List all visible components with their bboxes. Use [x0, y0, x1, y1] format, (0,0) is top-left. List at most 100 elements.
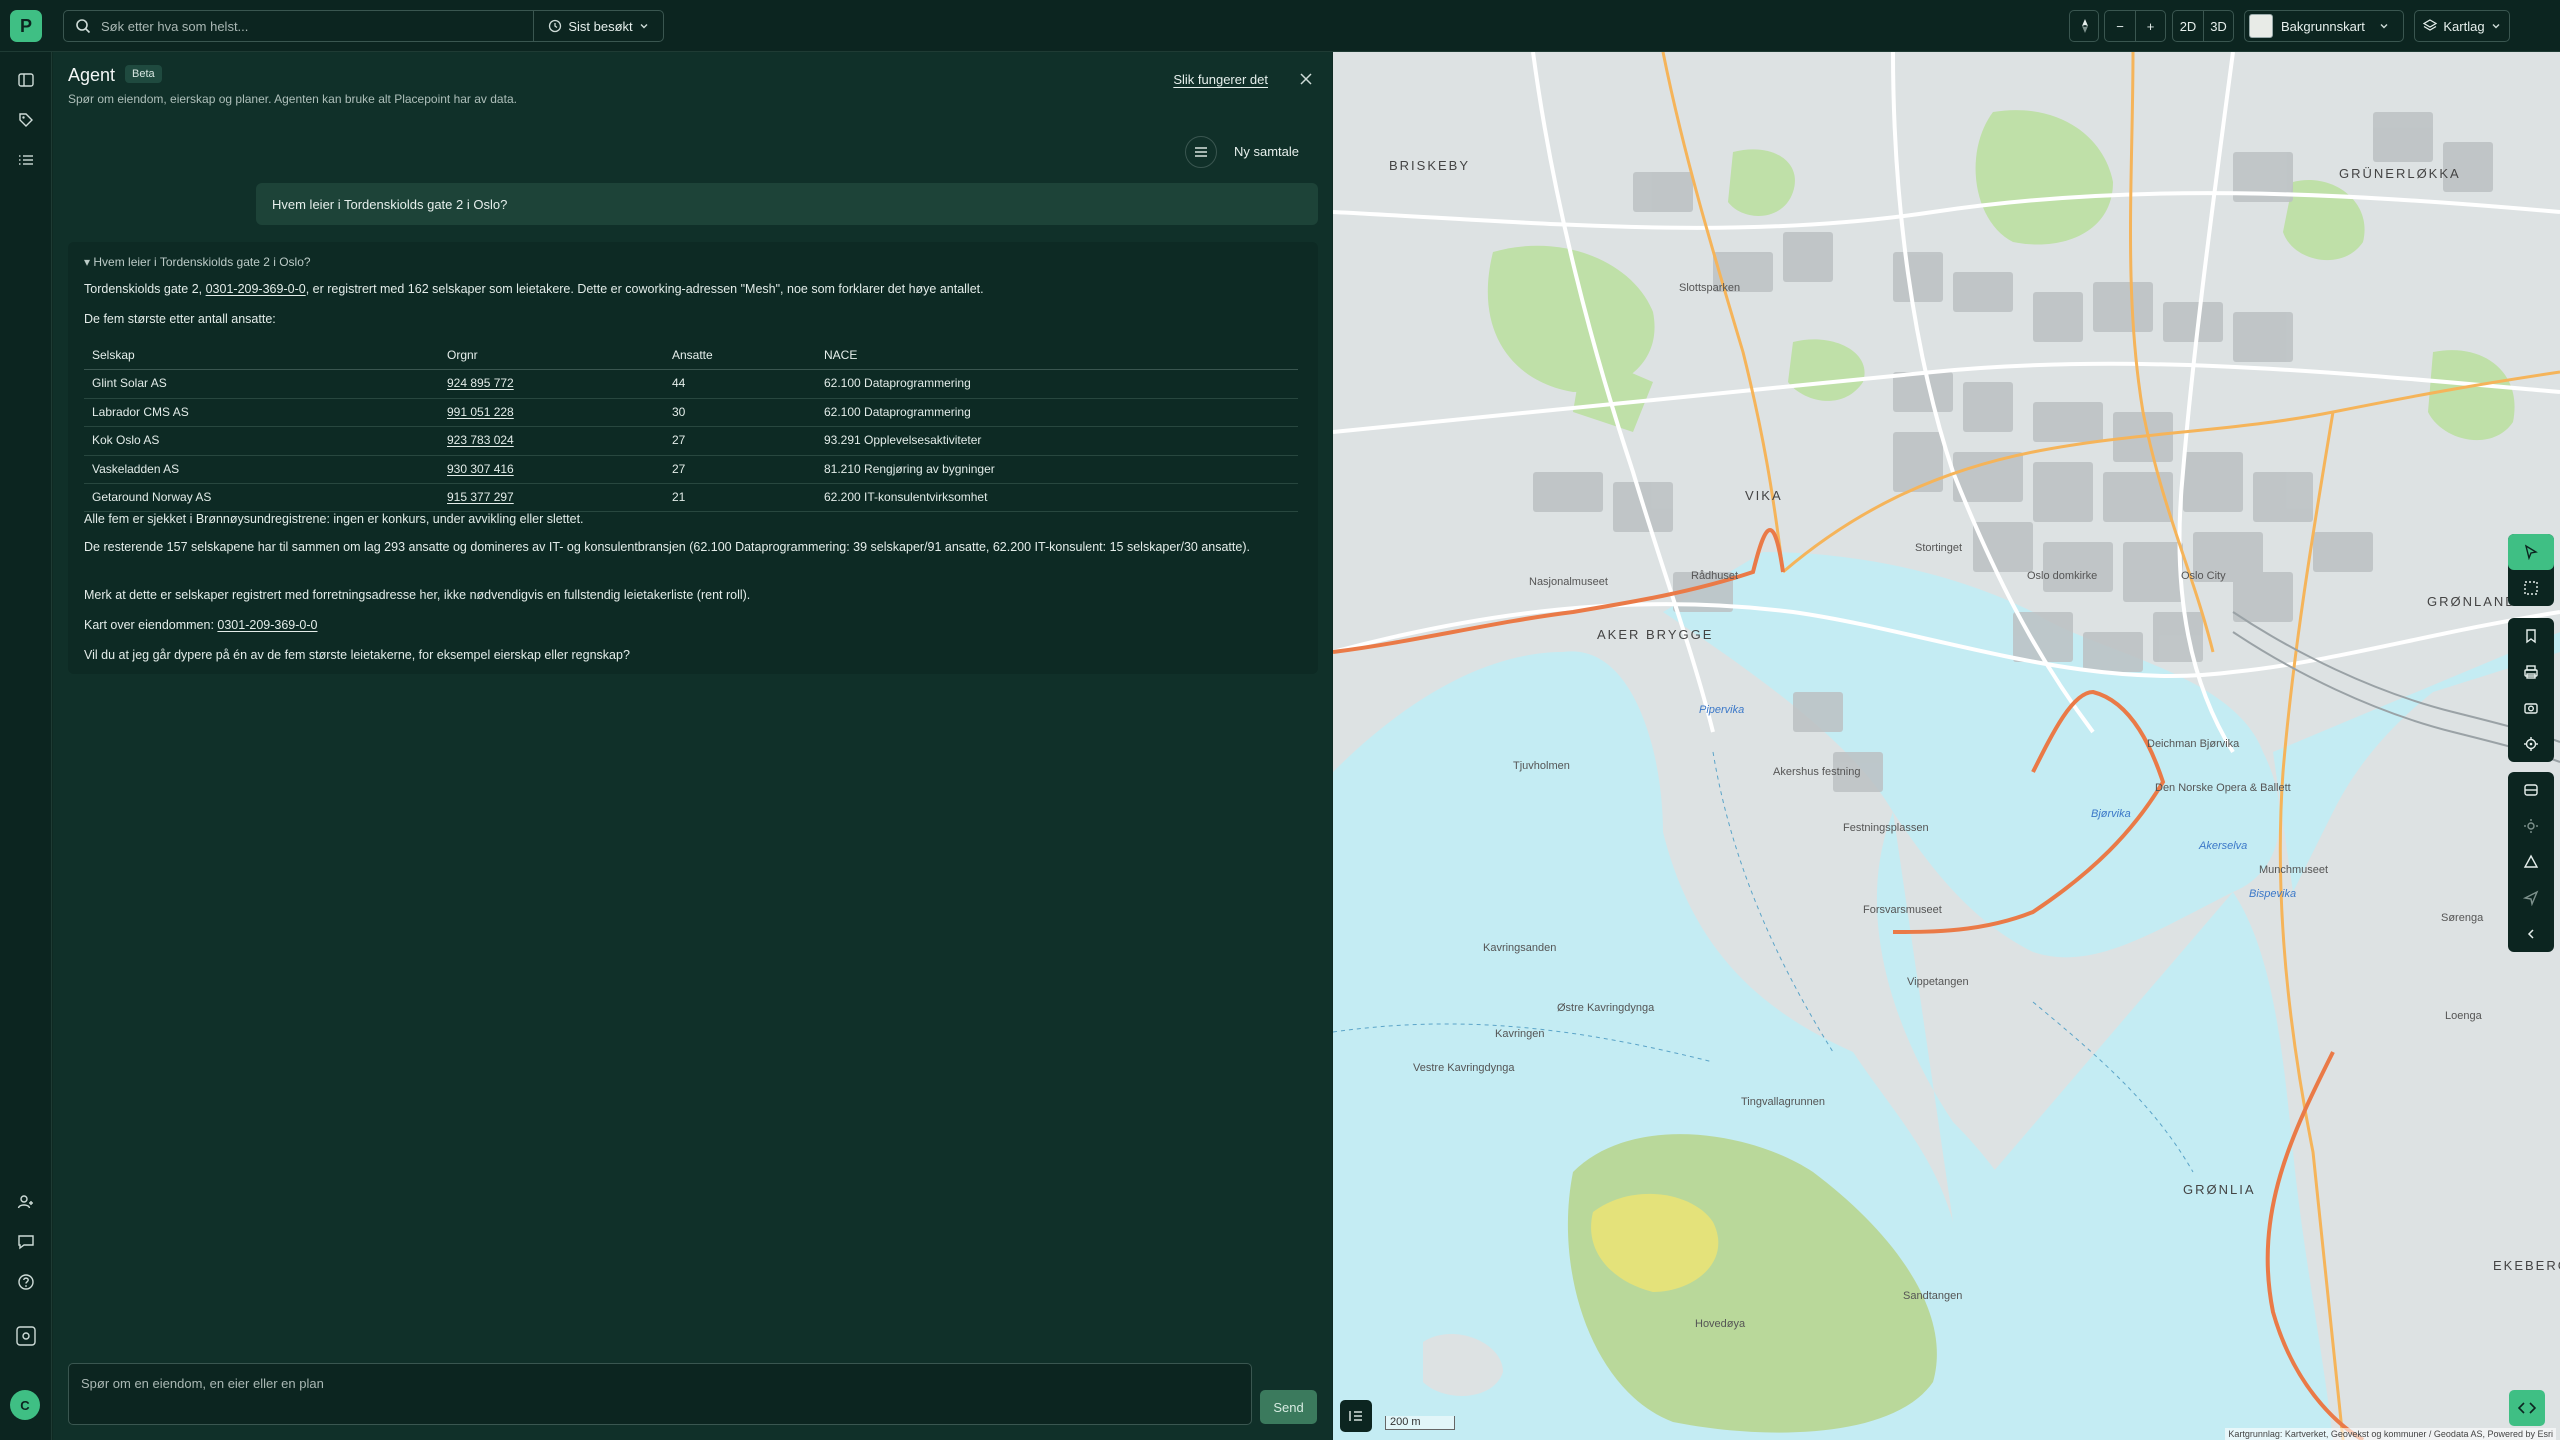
employees-cell: 27 — [664, 455, 816, 484]
triangle-ruler-icon — [2523, 854, 2539, 868]
bookmark-icon — [2526, 629, 2536, 644]
panel-subtitle: Spør om eiendom, eierskap og planer. Age… — [68, 92, 517, 106]
measure-tool[interactable] — [2508, 844, 2554, 880]
orgnr-link[interactable]: 991 051 228 — [439, 398, 664, 428]
map-label: Oslo City — [2181, 570, 2226, 582]
locate-tool[interactable] — [2508, 726, 2554, 762]
how-it-works-link[interactable]: Slik fungerer det — [1173, 72, 1268, 87]
map-tool-strip — [2508, 534, 2554, 606]
orgnr-link[interactable]: 930 307 416 — [439, 455, 664, 484]
employees-cell: 44 — [664, 369, 816, 399]
map-label: Den Norske Opera & Ballett — [2155, 782, 2291, 794]
map-label: Østre Kavringdynga — [1557, 1002, 1655, 1014]
zoom-out-button[interactable]: − — [2105, 11, 2135, 41]
select-tool[interactable] — [2508, 534, 2554, 570]
view-2d-button[interactable]: 2D — [2173, 11, 2203, 41]
user-message: Hvem leier i Tordenskiolds gate 2 i Oslo… — [256, 183, 1318, 225]
map-label: Bjørvika — [2091, 808, 2131, 820]
chevron-down-icon — [2492, 24, 2500, 29]
target-icon — [2524, 737, 2538, 751]
code-icon — [2518, 1402, 2536, 1414]
layers-tool[interactable] — [2508, 772, 2554, 808]
search-input[interactable] — [101, 18, 501, 34]
composer-input[interactable] — [69, 1364, 1251, 1424]
zoom-in-button[interactable]: + — [2135, 11, 2165, 41]
company-cell: Getaround Norway AS — [84, 483, 439, 513]
bookmark-tool[interactable] — [2508, 618, 2554, 654]
map-tool-strip-3 — [2508, 772, 2554, 952]
tag-icon[interactable] — [16, 110, 36, 130]
list-icon[interactable] — [16, 150, 36, 170]
app-logo[interactable]: P — [10, 10, 42, 42]
screenshot-tool[interactable] — [2508, 690, 2554, 726]
compass-button[interactable] — [2069, 10, 2099, 42]
user-plus-icon[interactable] — [16, 1192, 36, 1212]
map-icon[interactable] — [16, 70, 36, 90]
map-attribution: Kartgrunnlag: Kartverket, Geovekst og ko… — [2225, 1428, 2556, 1440]
column-header: Ansatte — [664, 342, 816, 371]
answer-rest: De resterende 157 selskapene har til sam… — [84, 540, 1250, 554]
map-label: Munchmuseet — [2259, 864, 2329, 876]
collapse-tools-button[interactable] — [2508, 916, 2554, 952]
orgnr-link[interactable]: 923 783 024 — [439, 426, 664, 456]
composer — [68, 1363, 1252, 1425]
layers-select[interactable]: Kartlag — [2414, 10, 2510, 42]
map-label: Akerselva — [2199, 840, 2248, 852]
zoom-controls: − + — [2104, 10, 2166, 42]
help-icon[interactable] — [16, 1272, 36, 1292]
map-label: GRÜNERLØKKA — [2339, 166, 2461, 181]
map-label: VIKA — [1745, 488, 1783, 503]
map-view[interactable]: BRISKEBY GRÜNERLØKKA AKER BRYGGE GRØNLAN… — [1333, 52, 2560, 1440]
agent-answer: ▾ Hvem leier i Tordenskiolds gate 2 i Os… — [68, 242, 1318, 674]
top5-heading: De fem største etter antall ansatte: — [84, 312, 276, 326]
close-icon[interactable] — [1296, 69, 1316, 89]
company-cell: Glint Solar AS — [84, 369, 439, 399]
settings-icon[interactable] — [16, 1326, 36, 1346]
map-label: Vestre Kavringdynga — [1413, 1062, 1515, 1074]
top-bar: P Sist besøkt − + 2D 3D Bakgrun — [0, 0, 2560, 52]
map-label: Pipervika — [1699, 704, 1745, 716]
avatar[interactable]: C — [10, 1390, 40, 1420]
orgnr-link[interactable]: 924 895 772 — [439, 369, 664, 399]
send-button[interactable]: Send — [1260, 1390, 1317, 1424]
chat-icon[interactable] — [16, 1232, 36, 1252]
new-conversation-button[interactable]: Ny samtale — [1234, 144, 1299, 159]
navigate-tool[interactable] — [2508, 880, 2554, 916]
camera-icon — [2524, 703, 2538, 714]
basemap-select[interactable]: Bakgrunnskart — [2244, 10, 2404, 42]
answer-collapse-toggle[interactable]: ▾ Hvem leier i Tordenskiolds gate 2 i Os… — [84, 254, 311, 271]
property-link[interactable]: 0301-209-369-0-0 — [206, 282, 306, 296]
legend-button[interactable] — [1340, 1400, 1372, 1432]
print-tool[interactable] — [2508, 654, 2554, 690]
map-label: Deichman Bjørvika — [2147, 738, 2240, 750]
map-label: Loenga — [2445, 1010, 2482, 1022]
map-label: Hovedøya — [1695, 1318, 1746, 1330]
agent-panel: Agent Beta Spør om eiendom, eierskap og … — [53, 52, 1332, 1440]
basemap-label: Bakgrunnskart — [2281, 18, 2365, 34]
cursor-icon — [2524, 544, 2538, 560]
orgnr-link[interactable]: 915 377 297 — [439, 483, 664, 513]
nace-cell: 62.100 Dataprogrammering — [816, 398, 1298, 428]
recent-visited-button[interactable]: Sist besøkt — [533, 11, 663, 41]
employees-cell: 21 — [664, 483, 816, 513]
global-search[interactable]: Sist besøkt — [63, 10, 664, 42]
employees-cell: 30 — [664, 398, 816, 428]
map-label: Stortinget — [1915, 542, 1963, 554]
view-3d-button[interactable]: 3D — [2203, 11, 2233, 41]
map-label: GRØNLIA — [2183, 1182, 2256, 1197]
column-header: Selskap — [84, 342, 439, 371]
map-property-link[interactable]: 0301-209-369-0-0 — [217, 618, 317, 632]
map-label: Slottsparken — [1679, 282, 1741, 294]
sun-tool[interactable] — [2508, 808, 2554, 844]
conversation-menu-button[interactable] — [1185, 136, 1217, 168]
area-select-tool[interactable] — [2508, 570, 2554, 606]
company-cell: Kok Oslo AS — [84, 426, 439, 456]
nace-cell: 81.210 Rengjøring av bygninger — [816, 455, 1298, 484]
compass-icon — [2070, 11, 2100, 41]
embed-code-button[interactable] — [2509, 1390, 2545, 1426]
tenants-table: Selskap Orgnr Ansatte NACE Glint Solar A… — [84, 342, 1298, 513]
map-label: Sørenga — [2441, 912, 2484, 924]
map-label: Tjuvholmen — [1513, 760, 1570, 772]
chevron-left-icon — [2527, 929, 2534, 939]
map-label: Tingvallagrunnen — [1741, 1096, 1825, 1108]
